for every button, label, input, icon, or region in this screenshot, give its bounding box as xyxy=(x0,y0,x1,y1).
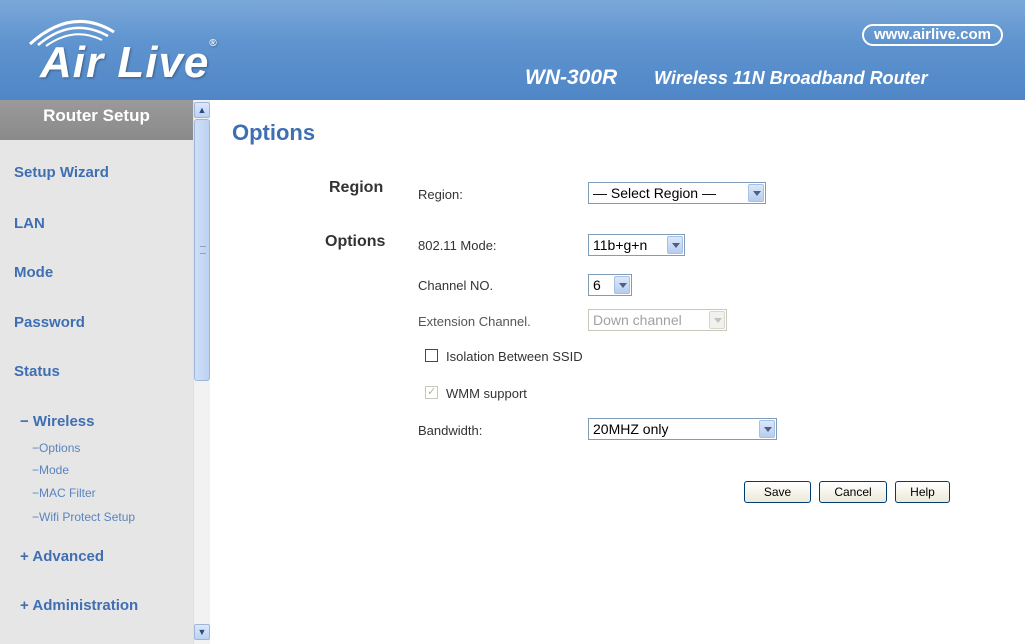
scroll-thumb[interactable] xyxy=(194,119,210,381)
sidebar-subitem-wifi-protect-setup[interactable]: −Wifi Protect Setup xyxy=(32,510,135,524)
model-name: WN-300R xyxy=(525,66,618,89)
channel-select-value: 6 xyxy=(593,277,601,293)
region-select-value: — Select Region — xyxy=(593,185,716,201)
bandwidth-select-value: 20MHZ only xyxy=(593,421,669,437)
extension-channel-select[interactable]: Down channel xyxy=(588,309,727,331)
chevron-down-icon xyxy=(709,311,725,329)
brand-name: Air Live xyxy=(40,38,210,87)
wmm-checkbox[interactable]: ✓ xyxy=(425,386,438,399)
sidebar-scrollbar[interactable]: ▲ ▼ xyxy=(193,100,210,644)
channel-select[interactable]: 6 xyxy=(588,274,632,296)
sidebar-group-administration[interactable]: + Administration xyxy=(20,597,138,614)
product-description: Wireless 11N Broadband Router xyxy=(654,68,928,88)
grip-icon xyxy=(200,246,206,254)
sidebar-nav: Router Setup Setup Wizard LAN Mode Passw… xyxy=(0,100,193,644)
mode-label: 802.11 Mode: xyxy=(418,238,497,253)
sidebar-group-advanced[interactable]: + Advanced xyxy=(20,548,104,565)
help-button[interactable]: Help xyxy=(895,481,950,503)
chevron-down-icon xyxy=(614,276,630,294)
checkmark-icon: ✓ xyxy=(427,386,437,398)
brand-logo: Air Live® xyxy=(40,38,218,88)
isolation-label: Isolation Between SSID xyxy=(446,349,583,364)
registered-mark: ® xyxy=(209,38,218,49)
bandwidth-select[interactable]: 20MHZ only xyxy=(588,418,777,440)
wmm-label: WMM support xyxy=(446,386,527,401)
extension-channel-label: Extension Channel. xyxy=(418,314,531,329)
region-label: Region: xyxy=(418,187,463,202)
sidebar-item-setup-wizard[interactable]: Setup Wizard xyxy=(14,164,109,181)
region-section-label: Region xyxy=(329,179,384,196)
sidebar-item-password[interactable]: Password xyxy=(14,314,85,331)
mode-select-value: 11b+g+n xyxy=(593,237,648,253)
sidebar-group-wireless[interactable]: − Wireless xyxy=(20,413,95,430)
chevron-down-icon xyxy=(667,236,683,254)
bandwidth-label: Bandwidth: xyxy=(418,423,483,438)
sidebar-item-status[interactable]: Status xyxy=(14,363,60,380)
chevron-down-icon xyxy=(759,420,775,438)
mode-select[interactable]: 11b+g+n xyxy=(588,234,685,256)
isolation-checkbox[interactable] xyxy=(425,349,438,362)
header-banner: Air Live® www.airlive.com WN-300R Wirele… xyxy=(0,0,1025,100)
scroll-down-button[interactable]: ▼ xyxy=(194,624,210,640)
sidebar-subitem-mac-filter[interactable]: −MAC Filter xyxy=(32,486,96,500)
sidebar-subitem-mode[interactable]: −Mode xyxy=(32,463,69,477)
site-url-link[interactable]: www.airlive.com xyxy=(862,24,1003,46)
scroll-up-button[interactable]: ▲ xyxy=(194,102,210,118)
cancel-button[interactable]: Cancel xyxy=(819,481,887,503)
chevron-down-icon xyxy=(748,184,764,202)
channel-label: Channel NO. xyxy=(418,278,494,293)
page-title: Options xyxy=(232,120,316,145)
extension-channel-value: Down channel xyxy=(593,312,682,328)
sidebar-item-lan[interactable]: LAN xyxy=(14,215,45,232)
sidebar-item-mode[interactable]: Mode xyxy=(14,264,53,281)
sidebar-subitem-options[interactable]: −Options xyxy=(32,441,80,455)
region-select[interactable]: — Select Region — xyxy=(588,182,766,204)
options-section-label: Options xyxy=(325,233,386,250)
save-button[interactable]: Save xyxy=(744,481,811,503)
sidebar-title: Router Setup xyxy=(0,100,193,140)
